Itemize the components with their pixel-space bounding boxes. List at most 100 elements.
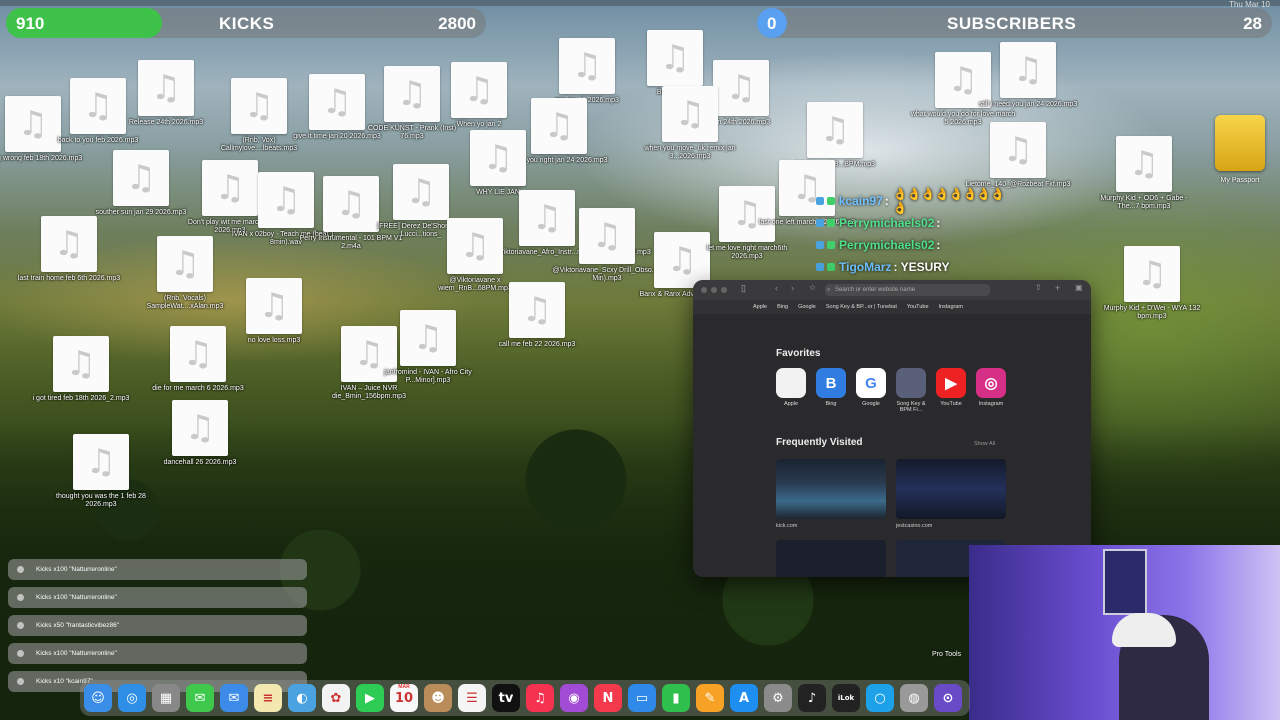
chat-message: kcain97 : 👌👌👌👌👌👌👌👌👌 [816,187,1016,215]
show-all-link[interactable]: Show All [974,441,995,447]
favorite-site[interactable]: ▶ YouTube [931,368,971,407]
desktop-audio-file[interactable]: ♫ Lietome_140_@Rozbeat Fxf.mp3 [963,122,1073,189]
kick-notification: Kicks x100 "Natturreronline" [8,587,307,608]
desktop-audio-file[interactable]: ♫IVAN - m_168...BPM.mp3 [780,102,890,169]
audio-file-icon: ♫ [662,86,718,142]
favorite-site[interactable]: B Bing [811,368,851,407]
subscribers-title: SUBSCRIBERS [947,14,1077,33]
contacts-icon[interactable]: ☻ [424,684,452,712]
numbers-icon[interactable]: ▮ [662,684,690,712]
notes-icon[interactable]: ≡ [254,684,282,712]
audio-file-icon: ♫ [138,60,194,116]
bookmark-item[interactable]: Apple [753,304,767,310]
file-name: still i need you jan 24 2026.mp3 [978,101,1078,108]
obs-icon[interactable]: ⊙ [934,684,962,712]
sidebar-toggle-icon[interactable]: ▯ [741,283,746,294]
my-passport-drive[interactable]: My Passport [1205,115,1275,184]
app-store-icon[interactable]: A [730,684,758,712]
safari-window[interactable]: ▯ ‹ › ☆ ⌕ Search or enter website name ⇧… [693,280,1091,577]
reminders-icon[interactable]: ☰ [458,684,486,712]
audio-file-icon: ♫ [559,38,615,94]
badge-icon [816,263,824,271]
system-settings-icon[interactable]: ⚙ [764,684,792,712]
back-icon[interactable]: ‹ [775,283,778,293]
logic-icon[interactable]: ♪ [798,684,826,712]
music-note-icon: ♫ [591,216,623,256]
new-tab-icon[interactable]: + [1055,283,1060,293]
launchpad-icon[interactable]: ▦ [152,684,180,712]
favorite-site[interactable]: G Google [851,368,891,407]
file-name: last train home feb 6th 2026.mp3 [17,275,121,282]
messages-icon[interactable]: ✉ [186,684,214,712]
desktop-audio-file[interactable]: ♫ still i need you jan 24 2026.mp3 [973,42,1083,109]
music-note-icon: ♫ [321,82,353,122]
notification-text: Kicks x100 "Natturreronline" [36,566,117,573]
music-note-icon: ♫ [169,244,201,284]
podcasts-icon[interactable]: ◉ [560,684,588,712]
desktop-audio-file[interactable]: ♫ call me feb 22 2026.mp3 [482,282,592,349]
circle-app-icon[interactable]: ○ [866,684,894,712]
photos-icon[interactable]: ✿ [322,684,350,712]
ilok-icon[interactable]: iLok [832,684,860,712]
tabs-overview-icon[interactable]: ▣ [1075,283,1083,292]
zoom-window-button[interactable] [721,287,727,293]
music-note-icon: ♫ [396,74,428,114]
forward-icon[interactable]: › [791,283,794,293]
close-window-button[interactable] [701,287,707,293]
bookmark-item[interactable]: Bing [777,304,788,310]
frequent-site-tile[interactable]: jestcasino.com [896,459,1006,529]
desktop-audio-file[interactable]: ♫ Murphy Kid + OD6 + Gabe - The...7 bpm.m… [1089,136,1199,211]
finder-icon[interactable]: ☺ [84,684,112,712]
favorite-site[interactable]: Apple [771,368,811,407]
badge-icon [827,219,835,227]
chat-text: : [936,216,941,230]
share-icon[interactable]: ⇧ [1035,283,1042,292]
minimize-window-button[interactable] [711,287,717,293]
subscribers-current: 0 [767,14,777,33]
safari-icon[interactable]: ◎ [118,684,146,712]
chat-emojis: 👌👌👌👌👌👌👌👌👌 [892,187,1006,215]
audio-file-icon: ♫ [246,278,302,334]
pro-tools-label: Pro Tools [932,651,962,658]
address-bar[interactable]: ⌕ Search or enter website name [825,284,990,296]
site-icon [776,368,806,398]
desktop-audio-file[interactable]: ♫ thought you was the 1 feb 28 2026.mp3 [46,434,156,509]
desktop-audio-file[interactable]: ♫ last train home feb 6th 2026.mp3 [14,216,124,283]
kick-thumbnail [776,459,886,519]
keynote-icon[interactable]: ▭ [628,684,656,712]
desktop-audio-file[interactable]: ♫ janfromind - IVAN - Afro City P...Minor… [373,310,483,385]
facetime-icon[interactable]: ▶ [356,684,384,712]
disk-utility-icon[interactable]: ◍ [900,684,928,712]
bookmark-item[interactable]: YouTube [907,304,929,310]
mail-icon[interactable]: ✉ [220,684,248,712]
favorite-site[interactable]: ◎ Instagram [971,368,1011,407]
appletv-icon[interactable]: tv [492,684,520,712]
audio-file-icon: ♫ [451,62,507,118]
news-icon[interactable]: N [594,684,622,712]
desktop-audio-file[interactable]: ♫ dancehall 26 2026.mp3 [145,400,255,467]
preview-icon[interactable]: ◐ [288,684,316,712]
audio-file-icon: ♫ [1116,136,1172,192]
file-name: i got tired feb 18th 2026_2.mp3 [32,395,130,402]
file-name: IVAN – Juice NVR die_Bmin_156bpm.mp3 [332,385,406,400]
bookmark-item[interactable]: Song Key & BP...or | Tunebat [826,304,897,310]
music-note-icon: ♫ [1002,130,1034,170]
music-icon[interactable]: ♫ [526,684,554,712]
frequent-site-tile[interactable] [776,540,886,577]
pages-icon[interactable]: ✎ [696,684,724,712]
favorite-label: Apple [783,401,799,407]
favorite-site[interactable]: Song Key & BPM Fi... [891,368,931,413]
music-note-icon: ♫ [1136,254,1168,294]
desktop-audio-file[interactable]: ♫ die for me march 6 2026.mp3 [143,326,253,393]
desktop-audio-file[interactable]: ♫ when you move- uk remix jan 3...2026.mp… [635,86,745,161]
favorite-label: Instagram [978,401,1004,407]
bookmark-item[interactable]: Instagram [939,304,963,310]
frequent-site-tile[interactable]: kick.com [776,459,886,529]
notification-icon [17,566,24,573]
desktop-audio-file[interactable]: ♫ i got tired feb 18th 2026_2.mp3 [26,336,136,403]
bookmark-item[interactable]: Google [798,304,816,310]
desktop-audio-file[interactable]: ♫ Murphy Kid + D'Wei - WYA 132 bpm.mp3 [1097,246,1207,321]
notification-text: Kicks x50 "frantasticvibez86" [36,622,120,629]
file-name: Murphy Kid + OD6 + Gabe - The...7 bpm.mp… [1100,195,1188,210]
shield-icon[interactable]: ☆ [809,283,816,292]
